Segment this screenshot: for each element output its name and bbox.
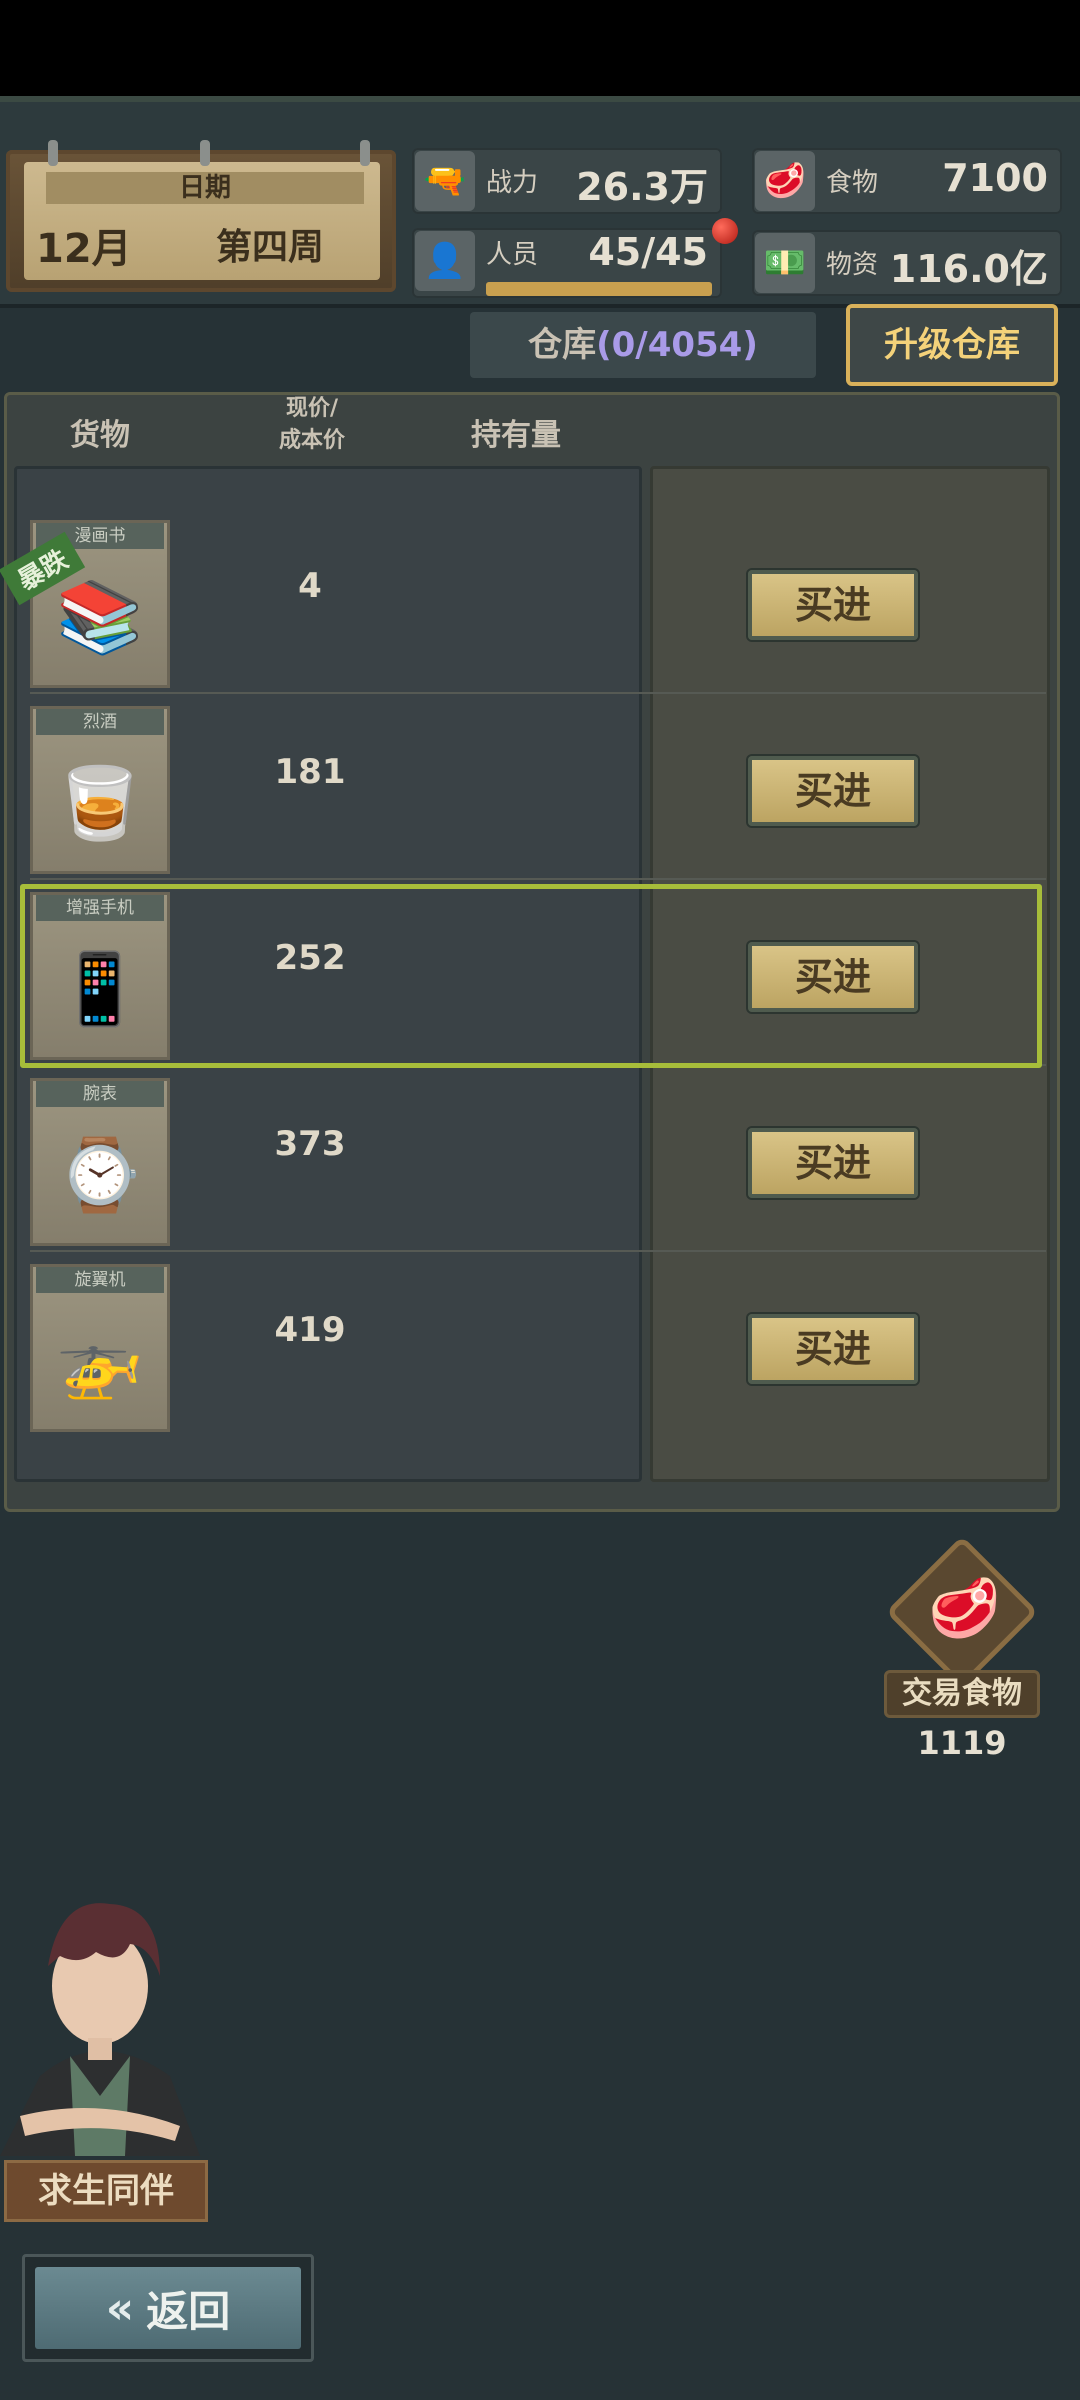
food-value: 7100 [942,156,1048,200]
item-tag: 腕表 [36,1081,164,1107]
row-divider [30,878,1046,880]
warehouse-label: 仓库 [528,325,597,365]
people-progress-fill [486,282,712,296]
buy-button[interactable]: 买进 [748,1314,918,1384]
column-goods: 货物 [70,418,130,453]
warehouse-capacity: 仓库(0/4054) [470,312,816,378]
item-price: 419 [274,1310,346,1350]
supplies-stat[interactable]: 💵 物资 116.0亿 [752,230,1062,296]
status-bar [0,0,1080,96]
item-tag: 旋翼机 [36,1267,164,1293]
item-card[interactable]: 腕表 ⌚ [30,1078,170,1246]
person-icon: 👤 [415,231,475,291]
item-card[interactable]: 旋翼机 🚁 [30,1264,170,1432]
item-card[interactable]: 烈酒 🥃 [30,706,170,874]
pin-icon [200,140,210,166]
notification-dot [712,218,738,244]
item-price: 4 [298,566,322,606]
pistol-icon: 🔫 [415,151,475,211]
power-label: 战力 [486,168,539,198]
companion-avatar-icon[interactable] [0,1856,200,2156]
column-holding: 持有量 [471,418,561,453]
buy-button[interactable]: 买进 [748,756,918,826]
date-week: 第四周 [216,227,325,268]
trade-food-button[interactable]: 🥩 [884,1535,1040,1689]
trade-food-label[interactable]: 交易食物 [884,1670,1040,1718]
back-button[interactable]: « 返回 [22,2254,314,2362]
double-arrow-left-icon: « [105,2282,135,2334]
column-price-line2: 成本价 [278,428,345,453]
back-button-face: « 返回 [35,2267,301,2349]
back-label: 返回 [146,2286,231,2336]
supplies-label: 物资 [826,250,879,280]
wristwatch-icon: ⌚ [56,1133,144,1216]
selected-row-highlight [20,884,1042,1068]
item-price: 181 [274,752,346,792]
people-label: 人员 [486,240,539,270]
people-stat[interactable]: 👤 人员 45/45 [412,228,722,298]
whiskey-bottle-icon: 🥃 [56,761,144,844]
people-progress-bar [486,282,712,296]
people-value: 45/45 [588,230,708,274]
power-value: 26.3万 [576,165,708,209]
supplies-value: 116.0亿 [889,247,1048,291]
pin-icon [360,140,370,166]
food-stat[interactable]: 🥩 食物 7100 [752,148,1062,214]
item-price: 373 [274,1124,346,1164]
cash-icon: 💵 [755,233,815,293]
food-label: 食物 [826,168,879,198]
buy-button[interactable]: 买进 [748,570,918,640]
pin-icon [48,140,58,166]
row-divider [30,1250,1046,1252]
meat-icon: 🥩 [755,151,815,211]
buy-button[interactable]: 买进 [748,1128,918,1198]
column-price-line1: 现价/ [285,396,339,421]
meat-cash-icon: 🥩 [928,1574,1001,1642]
row-divider [30,692,1046,694]
item-tag: 烈酒 [36,709,164,735]
upgrade-warehouse-button[interactable]: 升级仓库 [846,304,1058,386]
trade-food-count: 1119 [917,1724,1007,1762]
date-board: 日期 12月 第四周 [6,150,396,292]
date-label: 日期 [46,172,364,204]
power-stat[interactable]: 🔫 战力 26.3万 [412,148,722,214]
date-month: 12月 [36,226,132,272]
warehouse-count: (0/4054) [596,325,758,365]
gyrocopter-icon: 🚁 [56,1319,144,1402]
companion-button[interactable]: 求生同伴 [4,2160,208,2222]
